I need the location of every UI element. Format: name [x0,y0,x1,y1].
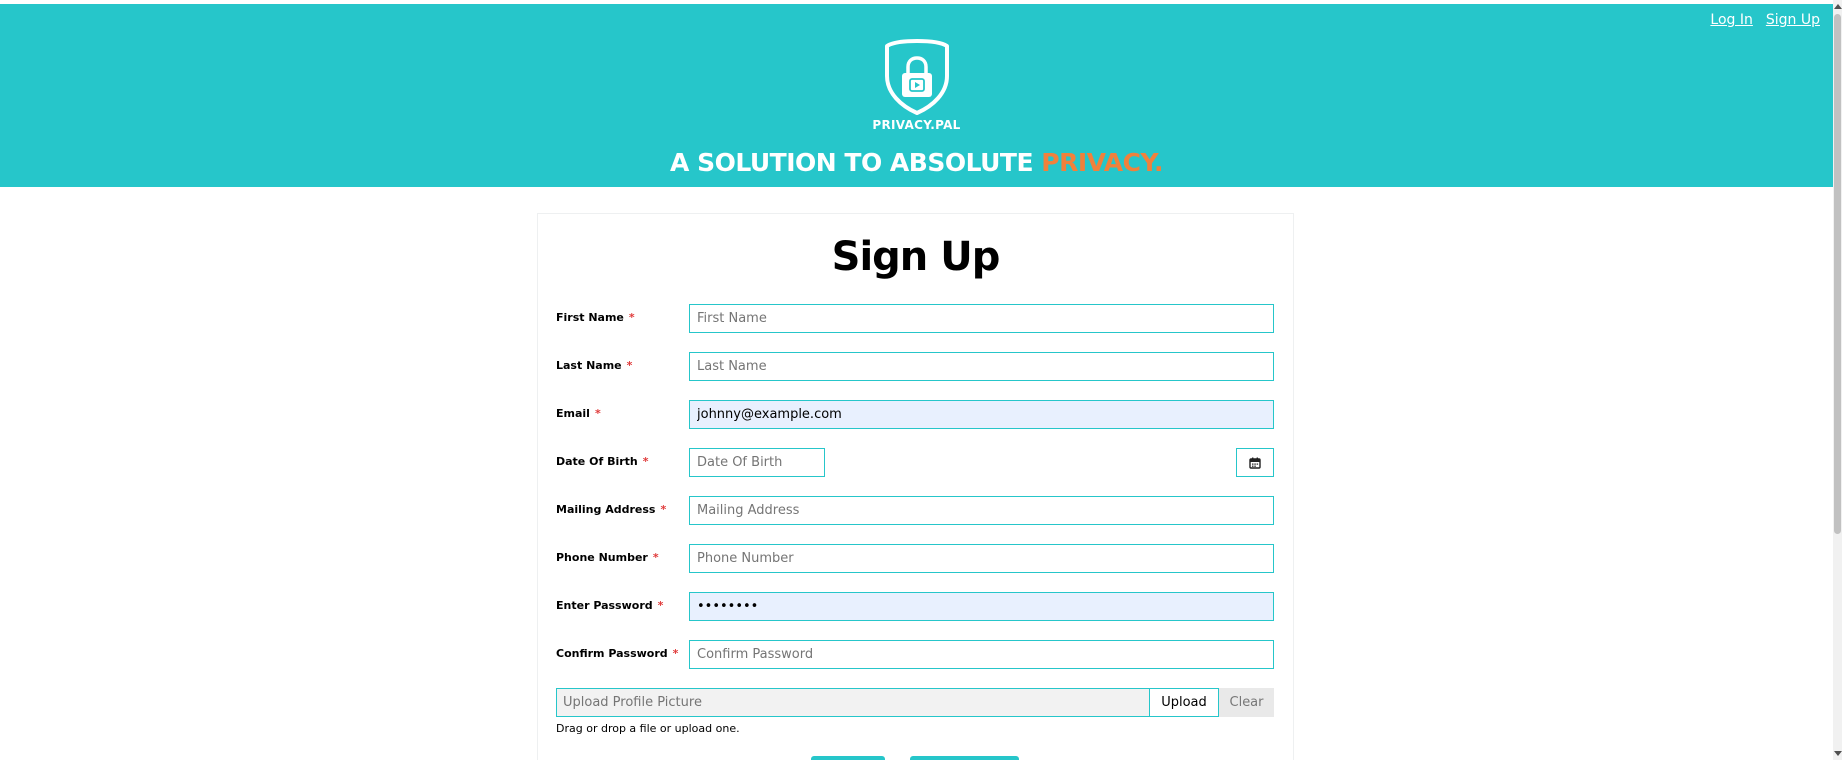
password-row: Enter Password * [556,592,1274,621]
brand-name: PRIVACY.PAL [872,118,961,132]
tagline-accent: PRIVACY. [1041,148,1163,177]
dob-label: Date Of Birth * [556,455,649,468]
tagline-prefix: A SOLUTION TO ABSOLUTE [670,148,1034,177]
email-label: Email * [556,407,601,420]
required-mark: * [628,311,635,324]
page-title: Sign Up [831,234,1001,280]
password-label: Enter Password * [556,599,664,612]
clear-button[interactable]: Clear [1219,688,1274,717]
last-name-row: Last Name * [556,352,1274,381]
password-input[interactable] [689,592,1274,621]
signup-card [537,213,1294,760]
phone-input[interactable] [689,544,1274,573]
top-nav: Log In Sign Up [1710,12,1820,28]
calendar-button[interactable] [1236,448,1274,477]
dob-row: Date Of Birth * [556,448,1274,477]
first-name-input[interactable] [689,304,1274,333]
mailing-address-label: Mailing Address * [556,503,667,516]
email-input[interactable] [689,400,1274,429]
scrollbar[interactable] [1833,0,1842,760]
phone-row: Phone Number * [556,544,1274,573]
required-mark: * [626,359,633,372]
upload-button[interactable]: Upload [1150,688,1219,717]
last-name-input[interactable] [689,352,1274,381]
dob-input[interactable] [689,448,825,477]
required-mark: * [657,599,664,612]
scroll-down-arrow-icon[interactable] [1834,751,1842,756]
required-mark: * [652,551,659,564]
mailing-address-input[interactable] [689,496,1274,525]
required-mark: * [594,407,601,420]
scroll-up-arrow-icon[interactable] [1834,4,1842,9]
submit-button[interactable] [811,756,885,760]
mailing-address-row: Mailing Address * [556,496,1274,525]
calendar-icon [1249,457,1261,469]
phone-label: Phone Number * [556,551,659,564]
cancel-button[interactable] [910,756,1019,760]
upload-file-field[interactable]: Upload Profile Picture [556,688,1150,717]
confirm-password-row: Confirm Password * [556,640,1274,669]
first-name-row: First Name * [556,304,1274,333]
required-mark: * [642,455,649,468]
site-header: Log In Sign Up PRIVACY.PAL A SOLUTION TO… [0,4,1833,187]
profile-picture-upload: Upload Profile Picture Upload Clear [556,688,1274,717]
tagline: A SOLUTION TO ABSOLUTE PRIVACY. [0,148,1833,177]
required-mark: * [672,647,679,660]
scrollbar-thumb[interactable] [1834,14,1841,534]
signup-link[interactable]: Sign Up [1766,12,1820,28]
first-name-label: First Name * [556,311,635,324]
login-link[interactable]: Log In [1710,12,1752,28]
confirm-password-input[interactable] [689,640,1274,669]
shield-lock-logo-icon [885,39,949,115]
last-name-label: Last Name * [556,359,633,372]
required-mark: * [660,503,667,516]
email-row: Email * [556,400,1274,429]
confirm-password-label: Confirm Password * [556,647,679,660]
upload-hint: Drag or drop a file or upload one. [556,722,740,735]
